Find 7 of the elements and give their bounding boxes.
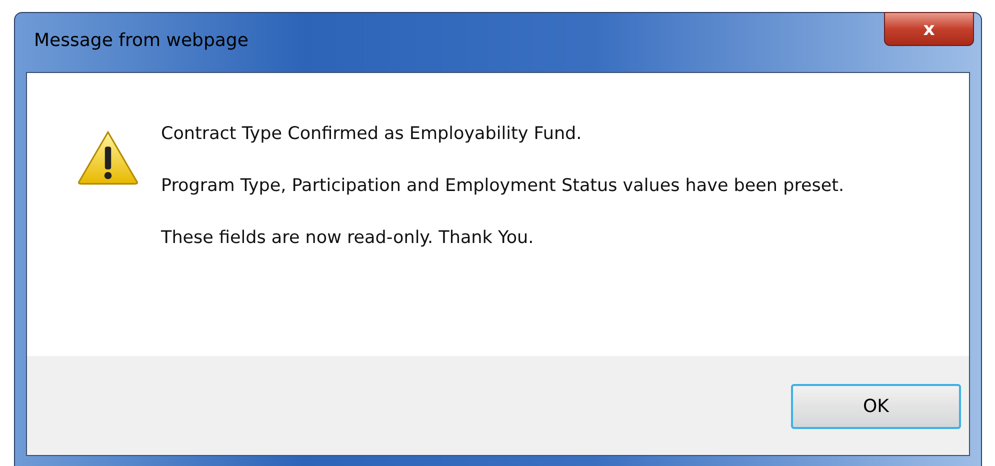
ok-button[interactable]: OK (791, 384, 961, 429)
close-button[interactable]: x (884, 12, 974, 46)
message-text: Contract Type Confirmed as Employability Fund. (161, 123, 583, 146)
message-text: These fields are now read-only. Thank You. (161, 227, 535, 250)
window-title: Message from webpage (34, 30, 248, 51)
warning-icon (77, 130, 139, 186)
message-text: Program Type, Participation and Employment Status values have been preset. (161, 175, 844, 198)
